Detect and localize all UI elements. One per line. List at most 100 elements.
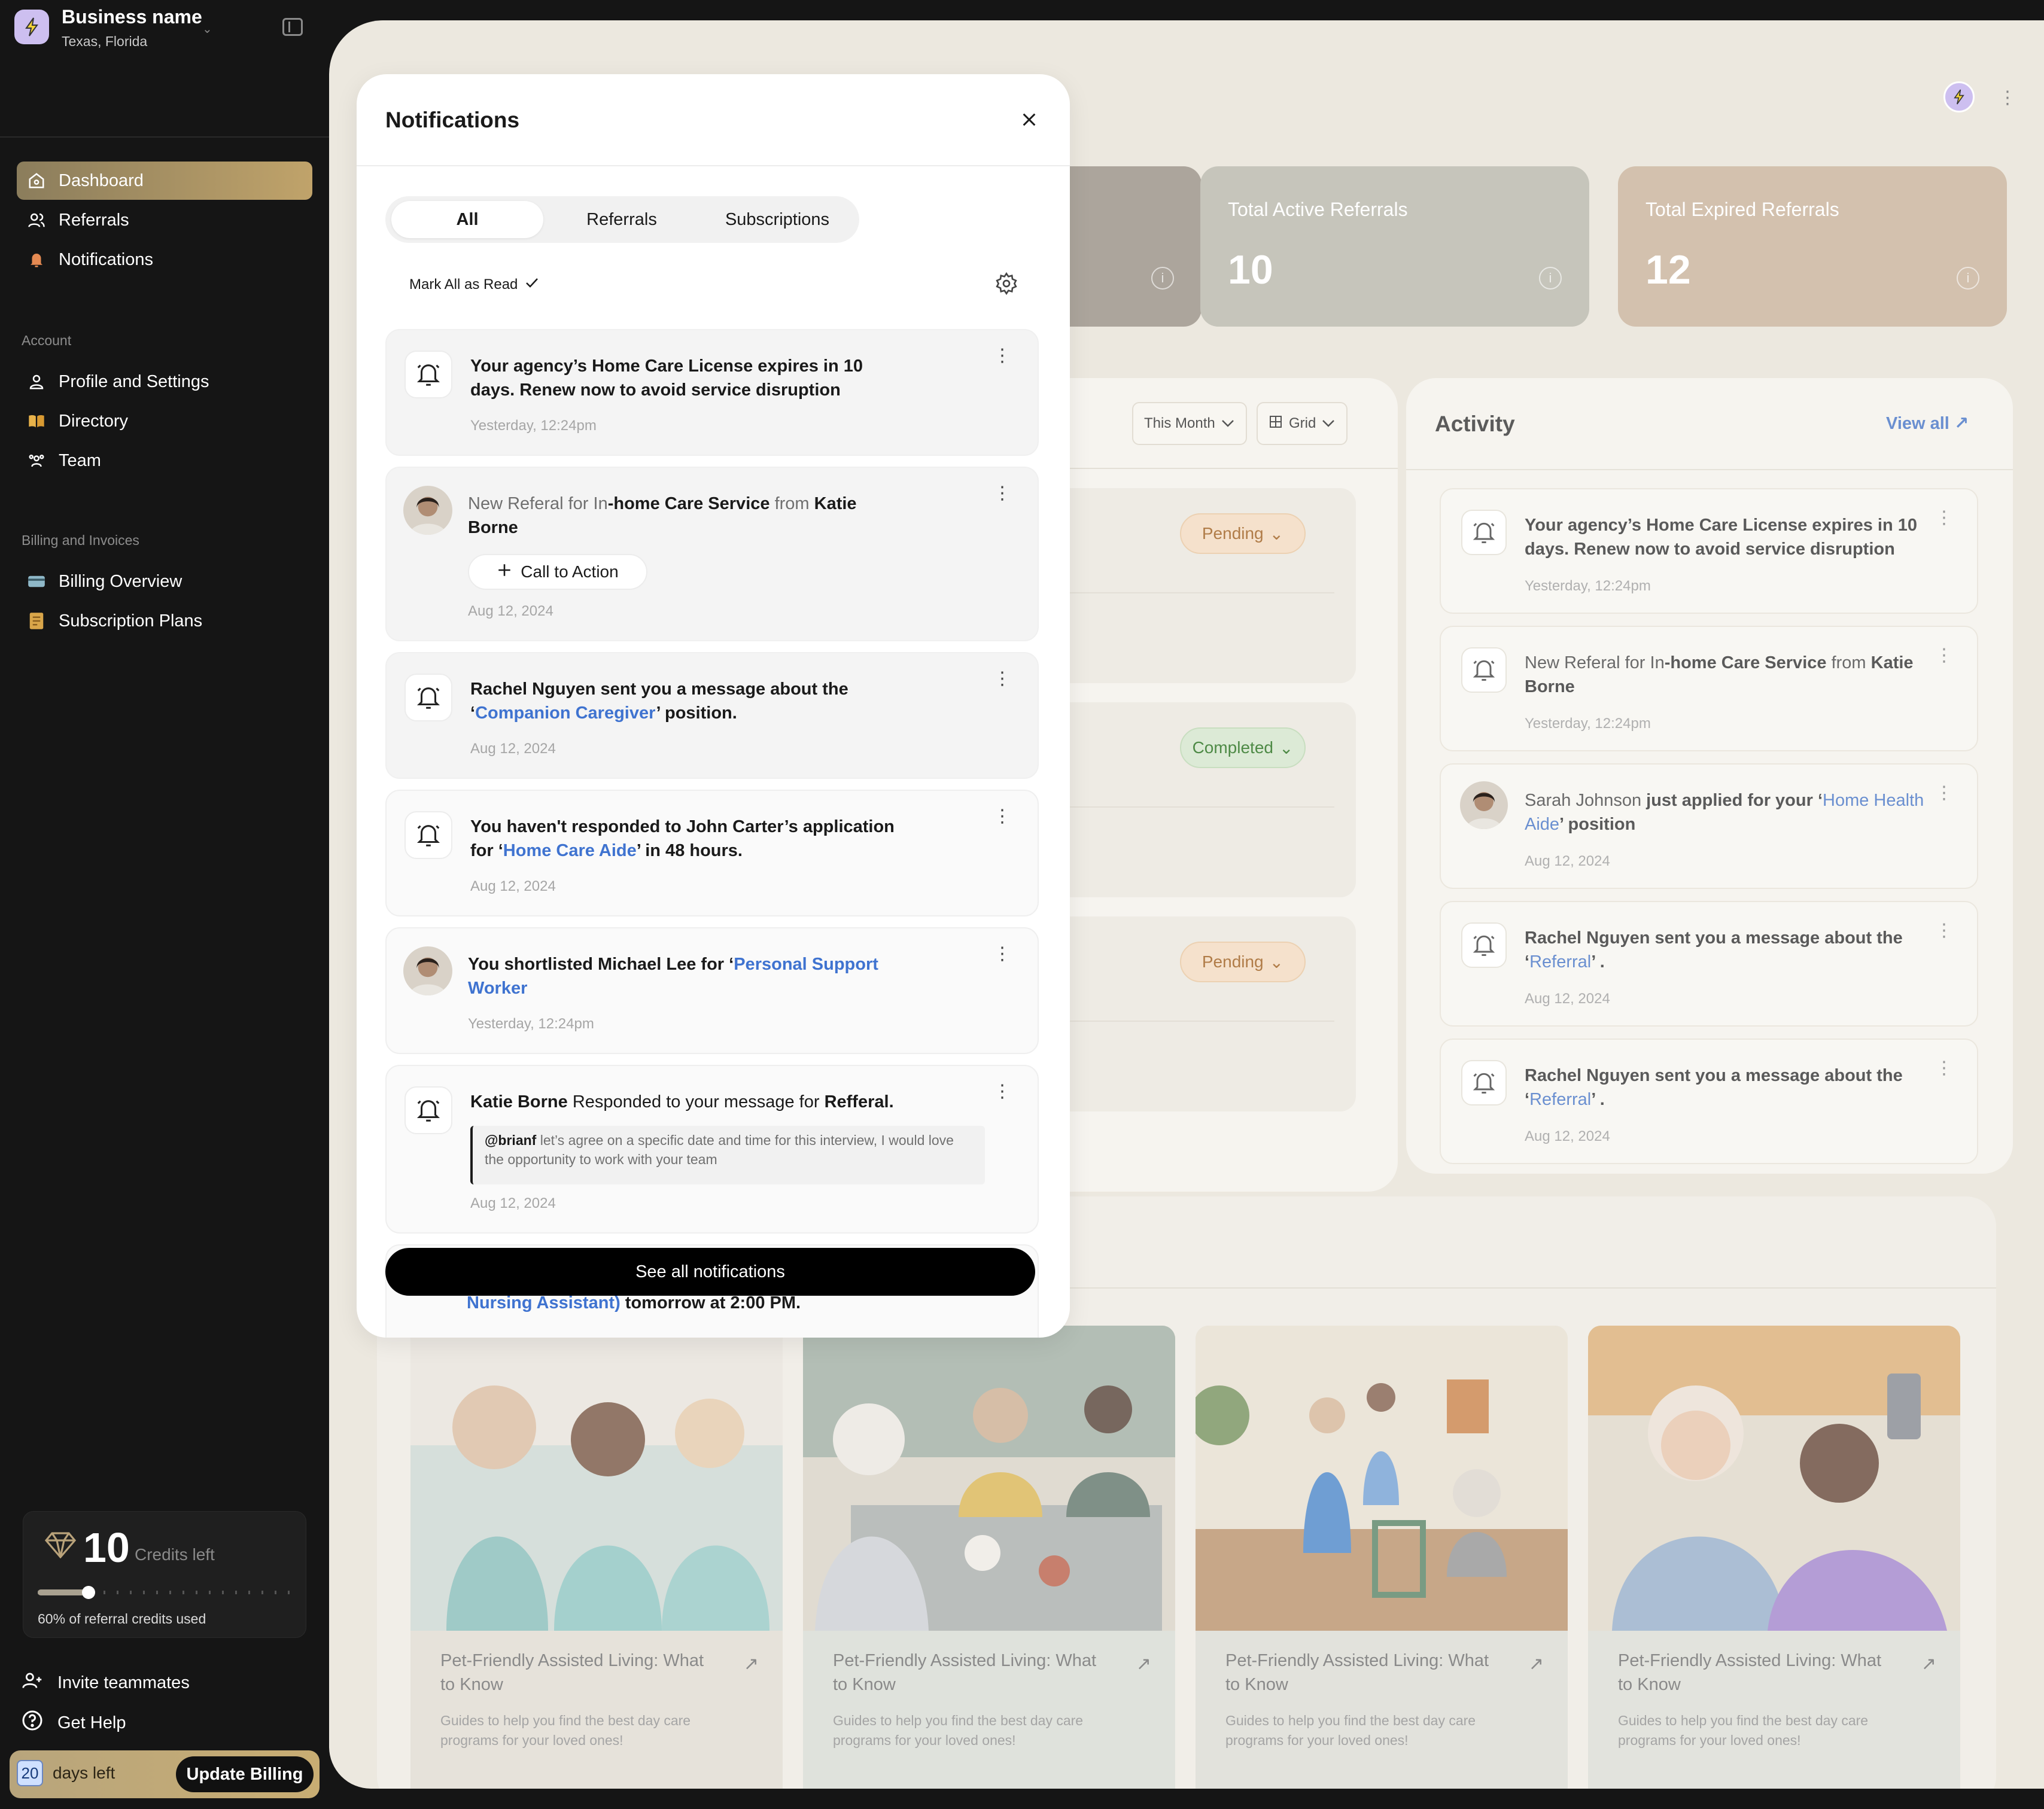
call-to-action-button[interactable]: Call to Action <box>468 554 647 590</box>
mark-all-read-button[interactable]: Mark All as Read <box>409 276 539 293</box>
arrow-up-right-icon[interactable]: ↗ <box>1529 1653 1544 1674</box>
more-vertical-icon[interactable]: ⋮ <box>993 945 1011 963</box>
view-all-label: View all <box>1886 414 1949 433</box>
sidebar-collapse-icon[interactable] <box>282 18 303 36</box>
activity-text: Your agency’s Home Care License expires … <box>1525 516 1918 559</box>
book-icon <box>28 412 45 430</box>
activity-date: Aug 12, 2024 <box>1525 1128 1610 1144</box>
blog-card[interactable]: Pet-Friendly Assisted Living: What to Kn… <box>410 1326 783 1789</box>
days-left-count: 20 <box>17 1760 43 1786</box>
notification-item[interactable]: Your agency’s Home Care License expires … <box>385 329 1039 456</box>
users-icon <box>28 211 45 229</box>
see-all-notifications-button[interactable]: See all notifications <box>385 1248 1035 1296</box>
more-vertical-icon[interactable]: ⋮ <box>1935 782 1953 803</box>
user-avatar[interactable] <box>1943 81 1975 112</box>
notification-item[interactable]: Rachel Nguyen sent you a message about t… <box>385 652 1039 779</box>
more-vertical-icon[interactable]: ⋮ <box>1935 507 1953 528</box>
blog-description: Guides to help you find the best day car… <box>440 1713 691 1748</box>
bell-icon <box>404 351 452 398</box>
activity-item[interactable]: Your agency’s Home Care License expires … <box>1440 488 1978 614</box>
more-vertical-icon[interactable]: ⋮ <box>1935 1058 1953 1079</box>
status-label: Pending <box>1202 524 1264 543</box>
view-dropdown[interactable]: Grid <box>1257 402 1348 445</box>
bell-icon <box>404 811 452 859</box>
sidebar-item-label: Profile and Settings <box>59 371 209 391</box>
more-vertical-icon[interactable]: ⋮ <box>1935 920 1953 941</box>
business-logo-icon[interactable] <box>14 10 49 44</box>
plus-icon <box>497 562 512 582</box>
notification-text: Your agency’s Home Care License expires … <box>470 357 863 400</box>
stat-title: Total Expired Referrals <box>1645 199 1839 220</box>
popover-divider <box>357 165 1070 166</box>
sidebar-item-label: Team <box>59 450 101 470</box>
notification-item[interactable]: New Referal for In-home Care Service fro… <box>385 467 1039 641</box>
avatar <box>403 486 452 535</box>
blog-card[interactable]: Pet-Friendly Assisted Living: What to Kn… <box>1196 1326 1568 1789</box>
close-icon[interactable] <box>1017 108 1041 132</box>
invite-teammates-label: Invite teammates <box>57 1673 190 1692</box>
get-help-link[interactable]: Get Help <box>22 1710 126 1736</box>
blog-card[interactable]: Pet-Friendly Assisted Living: What to Kn… <box>1588 1326 1960 1789</box>
notification-text: Katie Borne Responded to your message fo… <box>470 1092 894 1111</box>
notification-item[interactable]: You shortlisted Michael Lee for ‘Persona… <box>385 927 1039 1054</box>
sidebar-item-dashboard[interactable]: Dashboard <box>17 162 312 200</box>
user-icon <box>28 373 45 391</box>
activity-item[interactable]: Rachel Nguyen sent you a message about t… <box>1440 901 1978 1027</box>
call-to-action-label: Call to Action <box>521 562 619 581</box>
invite-teammates-link[interactable]: Invite teammates <box>22 1670 190 1695</box>
sidebar-item-team[interactable]: Team <box>17 441 312 480</box>
blog-title: Pet-Friendly Assisted Living: What to Kn… <box>833 1651 1097 1694</box>
arrow-up-right-icon[interactable]: ↗ <box>1921 1653 1936 1674</box>
chevron-down-icon[interactable]: ⌄ <box>202 22 212 36</box>
status-badge[interactable]: Pending ⌄ <box>1180 942 1306 982</box>
activity-item[interactable]: New Referal for In-home Care Service fro… <box>1440 626 1978 751</box>
sidebar-item-directory[interactable]: Directory <box>17 402 312 440</box>
notification-text: New Referal for In-home Care Service fro… <box>468 494 857 537</box>
more-vertical-icon[interactable]: ⋮ <box>993 347 1011 365</box>
activity-text: Rachel Nguyen sent you a message about t… <box>1525 928 1903 972</box>
blog-image <box>803 1326 1175 1631</box>
user-plus-icon <box>22 1670 43 1695</box>
gear-icon[interactable] <box>994 272 1018 299</box>
business-name[interactable]: Business name <box>62 6 202 28</box>
update-billing-button[interactable]: Update Billing <box>176 1756 314 1792</box>
info-icon[interactable]: i <box>1539 267 1562 290</box>
more-vertical-icon[interactable]: ⋮ <box>993 670 1011 688</box>
notification-date: Aug 12, 2024 <box>470 1195 556 1211</box>
activity-item[interactable]: Sarah Johnson just applied for your ‘Hom… <box>1440 763 1978 889</box>
sidebar-item-billing-overview[interactable]: Billing Overview <box>17 562 312 601</box>
sidebar-item-notifications[interactable]: Notifications <box>17 240 312 279</box>
diamond-icon <box>44 1531 77 1561</box>
section-label-account: Account <box>22 333 72 348</box>
more-vertical-icon[interactable]: ⋮ <box>1935 645 1953 666</box>
info-icon[interactable]: i <box>1957 267 1979 290</box>
tab-referrals[interactable]: Referrals <box>546 201 698 238</box>
more-vertical-icon[interactable]: ⋮ <box>1999 87 2016 108</box>
sidebar-item-subscription-plans[interactable]: Subscription Plans <box>17 602 312 640</box>
notification-date: Aug 12, 2024 <box>468 603 553 619</box>
sidebar-item-label: Subscription Plans <box>59 611 203 631</box>
sidebar-item-referrals[interactable]: Referrals <box>17 201 312 239</box>
notification-item[interactable]: You haven't responded to John Carter’s a… <box>385 790 1039 916</box>
more-vertical-icon[interactable]: ⋮ <box>993 485 1011 502</box>
tab-subscriptions[interactable]: Subscriptions <box>701 201 853 238</box>
activity-item[interactable]: Rachel Nguyen sent you a message about t… <box>1440 1038 1978 1164</box>
info-icon[interactable]: i <box>1151 267 1174 290</box>
blog-card[interactable]: Pet-Friendly Assisted Living: What to Kn… <box>803 1326 1175 1789</box>
activity-view-all-link[interactable]: View all ↗ <box>1886 413 1969 434</box>
arrow-up-right-icon[interactable]: ↗ <box>744 1653 759 1674</box>
activity-date: Yesterday, 12:24pm <box>1525 715 1651 732</box>
arrow-up-right-icon[interactable]: ↗ <box>1136 1653 1151 1674</box>
view-dropdown-label: Grid <box>1289 415 1316 431</box>
tab-all[interactable]: All <box>391 201 543 238</box>
blog-image <box>410 1326 783 1631</box>
more-vertical-icon[interactable]: ⋮ <box>993 1083 1011 1101</box>
status-badge[interactable]: Completed ⌄ <box>1180 727 1306 768</box>
status-badge[interactable]: Pending ⌄ <box>1180 513 1306 554</box>
notification-item[interactable]: Katie Borne Responded to your message fo… <box>385 1065 1039 1234</box>
period-dropdown[interactable]: This Month <box>1132 402 1247 445</box>
sidebar-item-label: Referrals <box>59 210 129 230</box>
sidebar-item-profile[interactable]: Profile and Settings <box>17 363 312 401</box>
more-vertical-icon[interactable]: ⋮ <box>993 808 1011 826</box>
home-icon <box>28 172 45 190</box>
